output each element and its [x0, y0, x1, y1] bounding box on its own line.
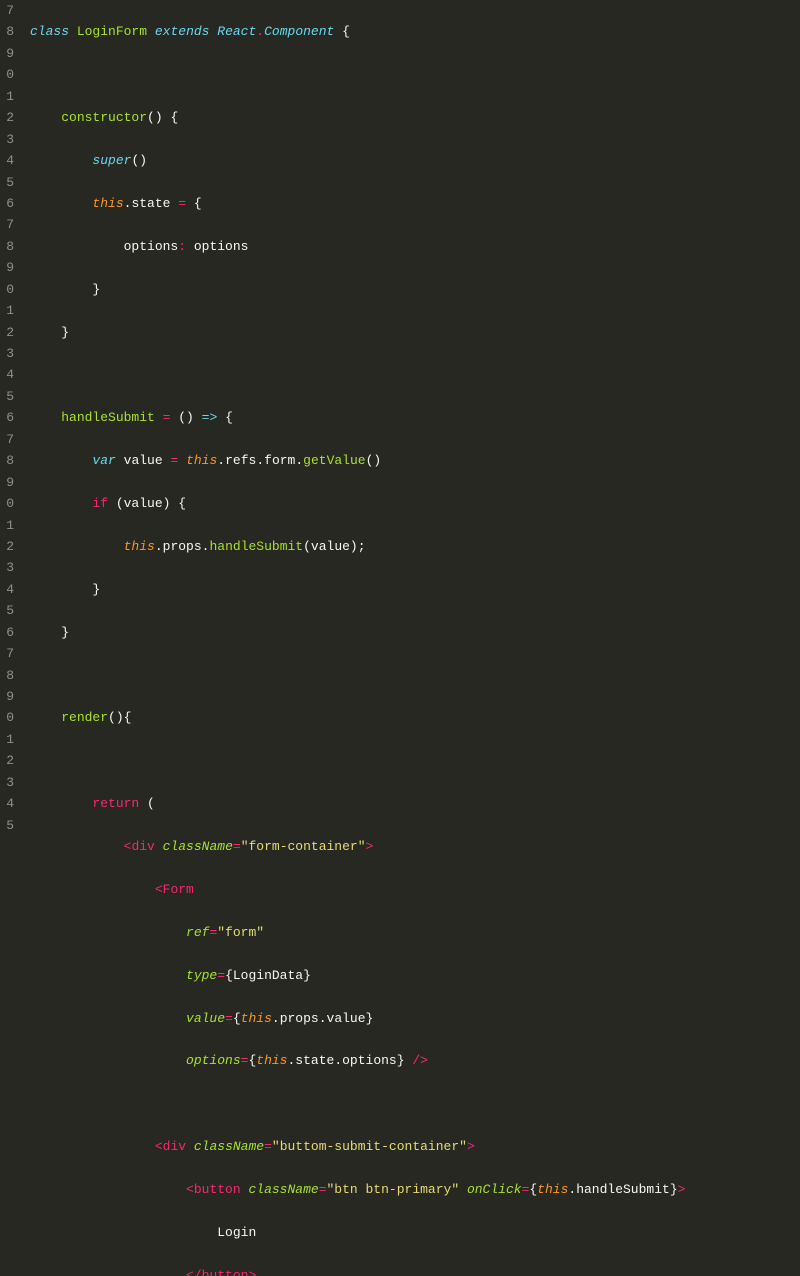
code-line[interactable]: <Form	[30, 879, 685, 900]
code-line[interactable]	[30, 665, 685, 686]
code-line[interactable]: super()	[30, 150, 685, 171]
code-line[interactable]: this.props.handleSubmit(value);	[30, 536, 685, 557]
code-line[interactable]	[30, 750, 685, 771]
code-line[interactable]: this.state = {	[30, 193, 685, 214]
code-line[interactable]: if (value) {	[30, 493, 685, 514]
code-line[interactable]: }	[30, 622, 685, 643]
code-line[interactable]: <div className="buttom-submit-container"…	[30, 1136, 685, 1157]
code-line[interactable]: value={this.props.value}	[30, 1008, 685, 1029]
code-line[interactable]	[30, 64, 685, 85]
code-line[interactable]: type={LoginData}	[30, 965, 685, 986]
code-line[interactable]	[30, 364, 685, 385]
code-line[interactable]: constructor() {	[30, 107, 685, 128]
code-line[interactable]: handleSubmit = () => {	[30, 407, 685, 428]
code-line[interactable]: var value = this.refs.form.getValue()	[30, 450, 685, 471]
code-content[interactable]: class LoginForm extends React.Component …	[20, 0, 685, 638]
code-line[interactable]: options={this.state.options} />	[30, 1050, 685, 1071]
code-line[interactable]: options: options	[30, 236, 685, 257]
code-line[interactable]: }	[30, 322, 685, 343]
code-line[interactable]: return (	[30, 793, 685, 814]
line-number-gutter: 789012345678901234567890123456789012345	[0, 0, 20, 638]
code-line[interactable]: render(){	[30, 707, 685, 728]
code-line[interactable]: ref="form"	[30, 922, 685, 943]
code-line[interactable]: <div className="form-container">	[30, 836, 685, 857]
code-line[interactable]: <button className="btn btn-primary" onCl…	[30, 1179, 685, 1200]
code-line[interactable]: }	[30, 579, 685, 600]
code-line[interactable]: class LoginForm extends React.Component …	[30, 21, 685, 42]
code-editor[interactable]: 789012345678901234567890123456789012345 …	[0, 0, 800, 638]
code-line[interactable]: }	[30, 279, 685, 300]
code-line[interactable]	[30, 1093, 685, 1114]
code-line[interactable]: </button>	[30, 1265, 685, 1276]
code-line[interactable]: Login	[30, 1222, 685, 1243]
